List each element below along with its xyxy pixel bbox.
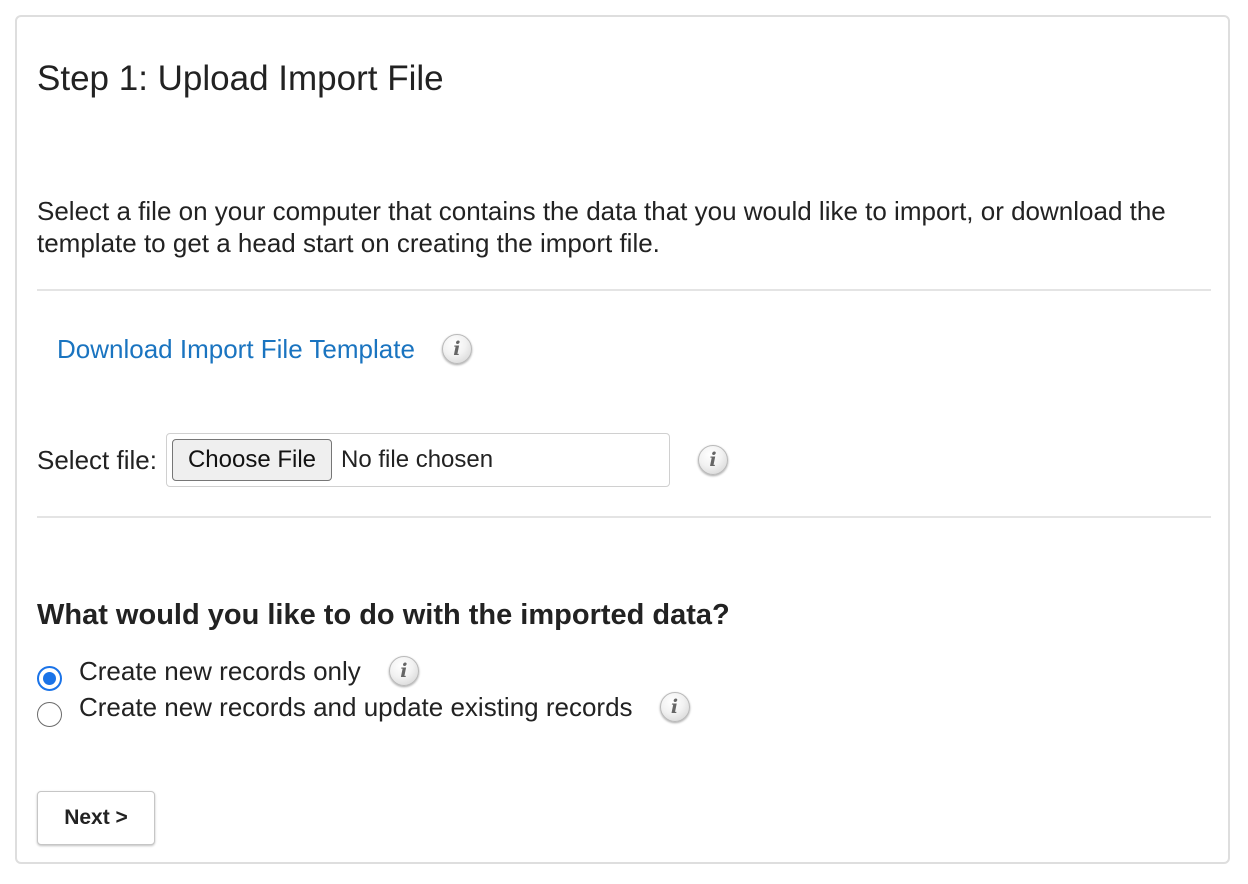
download-template-row: Download Import File Template i	[57, 329, 472, 369]
divider	[37, 289, 1211, 291]
next-button[interactable]: Next >	[37, 791, 155, 845]
option-label[interactable]: Create new records and update existing r…	[79, 692, 633, 723]
page-title: Step 1: Upload Import File	[37, 59, 444, 98]
radio-button-create-only[interactable]	[37, 665, 62, 691]
import-mode-question: What would you like to do with the impor…	[37, 599, 730, 631]
file-status-text: No file chosen	[341, 446, 494, 473]
info-icon[interactable]: i	[697, 445, 728, 475]
import-mode-option-create-only[interactable]: Create new records only i	[37, 653, 419, 691]
radio-button-create-and-update[interactable]	[37, 701, 62, 727]
import-mode-option-create-and-update[interactable]: Create new records and update existing r…	[37, 689, 690, 727]
select-file-label: Select file:	[37, 444, 157, 475]
divider	[37, 516, 1211, 518]
option-label[interactable]: Create new records only	[79, 656, 361, 687]
info-icon[interactable]: i	[659, 692, 690, 722]
choose-file-button[interactable]: Choose File	[171, 439, 333, 481]
info-icon[interactable]: i	[388, 656, 419, 686]
step-description: Select a file on your computer that cont…	[37, 196, 1166, 258]
import-panel: Step 1: Upload Import File Select a file…	[15, 15, 1230, 864]
info-icon[interactable]: i	[441, 334, 472, 364]
file-input[interactable]: Choose File No file chosen	[165, 433, 670, 487]
download-template-link[interactable]: Download Import File Template	[57, 334, 415, 365]
file-select-row: Select file: Choose File No file chosen …	[37, 432, 728, 488]
